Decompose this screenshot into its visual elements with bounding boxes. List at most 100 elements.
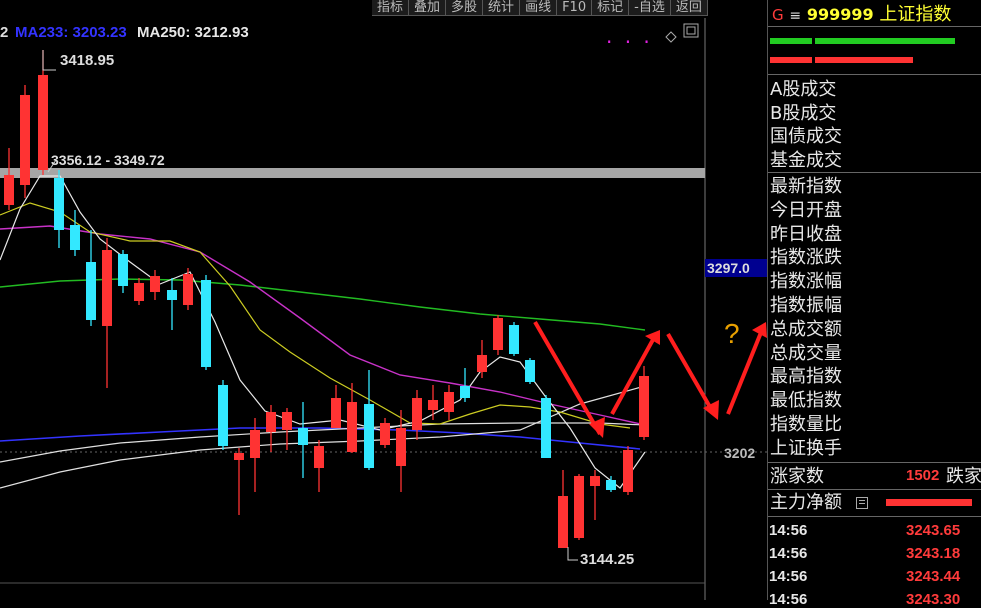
candle-body (314, 446, 324, 468)
green-bar-1 (770, 38, 812, 44)
candlestick-chart[interactable] (0, 0, 768, 600)
candle-body (590, 476, 600, 486)
index-label-7: 总成交量 (770, 342, 842, 364)
trade-label-1: B股成交 (770, 102, 837, 124)
question-mark: ? (724, 318, 740, 349)
price-range-band (0, 168, 705, 178)
low-pointer (567, 547, 578, 561)
index-label-6: 总成交额 (770, 318, 842, 340)
candle-body (364, 404, 374, 468)
toolbar-button-0[interactable]: 指标 (372, 0, 410, 16)
toolbar-button-7[interactable]: -自选 (629, 0, 671, 16)
tick-value: 3243.44 (906, 568, 961, 585)
candle-body (234, 453, 244, 460)
candle-body (574, 476, 584, 538)
index-divider (768, 462, 981, 463)
candle-body (134, 283, 144, 301)
ma-magenta-line (0, 225, 646, 426)
toolbar-button-2[interactable]: 多股 (446, 0, 484, 16)
candle-body (102, 250, 112, 326)
candle-body (183, 274, 193, 305)
candle-body (623, 450, 633, 492)
candle-body (477, 355, 487, 372)
code-prefix: G (772, 6, 784, 24)
trade-label-3: 基金成交 (770, 149, 842, 171)
candle-body (38, 75, 48, 170)
candle-body (201, 280, 211, 367)
index-label-8: 最高指数 (770, 366, 842, 388)
candle-body (558, 496, 568, 548)
red-arrow-down-2 (666, 333, 716, 415)
candle-body (4, 175, 14, 205)
candle-body (218, 385, 228, 446)
bars-divider (768, 74, 981, 75)
stock-name: 上证指数 (879, 4, 952, 25)
list-icon[interactable] (856, 497, 868, 509)
candle-body (331, 398, 341, 428)
candle-body (266, 412, 276, 432)
index-list: 最新指数 今日开盘 昨日收盘 指数涨跌 指数涨幅 指数振幅 总成交额 总成交量 最高指数 最低指数… (770, 175, 842, 461)
candle-body (70, 225, 80, 250)
toolbar-button-5[interactable]: F10 (557, 0, 593, 16)
toolbar-button-3[interactable]: 统计 (483, 0, 521, 16)
index-label-2: 昨日收盘 (770, 223, 842, 245)
index-label-11: 上证换手 (770, 437, 842, 459)
signal-dots: · · · (606, 30, 653, 54)
trade-label-2: 国债成交 (770, 126, 842, 147)
candle-body (86, 262, 96, 320)
trade-label-0: A股成交 (770, 79, 837, 100)
candle-body (396, 428, 406, 466)
main-flow-bar (886, 499, 972, 506)
advance-count-value: 1502 (906, 467, 940, 484)
diamond-icon (665, 31, 677, 43)
toolbar-button-6[interactable]: 标记 (592, 0, 630, 16)
candle-body (428, 400, 438, 410)
top-toolbar: 指标 叠加 多股 统计 画线 F10 标记 -自选 返回 (372, 0, 708, 16)
candle-body (118, 254, 128, 286)
high-price-label: 3418.95 (60, 52, 115, 69)
stock-header: G ≡ 999999 上证指数 (772, 0, 951, 26)
decline-count-label: 跌家 (946, 466, 981, 487)
restore-window-icon (683, 23, 699, 38)
range-label: 3356.12 - 3349.72 (51, 152, 165, 168)
tick-time: 14:56 (769, 568, 808, 585)
candle-body (282, 412, 292, 430)
candle-body (150, 276, 160, 292)
price-tag-label: 3297.0 (707, 260, 750, 276)
red-bar-2 (815, 57, 913, 63)
candle-body (525, 360, 535, 382)
index-label-0: 最新指数 (770, 176, 842, 197)
low-price-label: 3144.25 (580, 551, 635, 568)
candle-body (541, 398, 551, 458)
index-label-4: 指数涨幅 (770, 271, 842, 293)
advance-divider (768, 489, 981, 490)
tick-time: 14:56 (769, 522, 808, 539)
tick-value: 3243.65 (906, 522, 961, 539)
candle-body (20, 95, 30, 185)
stock-code: 999999 (806, 5, 874, 24)
ma-prefix-label: 2 (0, 24, 9, 41)
toolbar-button-1[interactable]: 叠加 (409, 0, 447, 16)
index-label-10: 指数量比 (770, 413, 842, 435)
candles-group (4, 50, 649, 548)
toolbar-button-4[interactable]: 画线 (520, 0, 558, 16)
candle-body (509, 325, 519, 354)
candle-body (460, 386, 470, 398)
candle-body (493, 318, 503, 350)
flow-divider (768, 516, 981, 517)
toolbar-button-8[interactable]: 返回 (670, 0, 708, 16)
candle-body (298, 428, 308, 445)
candle-body (380, 423, 390, 445)
menu-icon[interactable]: ≡ (789, 8, 801, 24)
tick-time: 14:56 (769, 545, 808, 562)
header-divider (768, 26, 981, 27)
candle-body (167, 290, 177, 300)
ma233-label: MA233: 3203.23 (15, 24, 127, 41)
green-bar-2 (815, 38, 955, 44)
trade-list: A股成交 B股成交 国债成交 基金成交 (770, 78, 842, 172)
ma-green-line (0, 278, 646, 331)
candle-body (250, 430, 260, 458)
candle-body (54, 178, 64, 230)
red-bar-1 (770, 57, 812, 63)
advance-count-label: 涨家数 (770, 466, 824, 487)
